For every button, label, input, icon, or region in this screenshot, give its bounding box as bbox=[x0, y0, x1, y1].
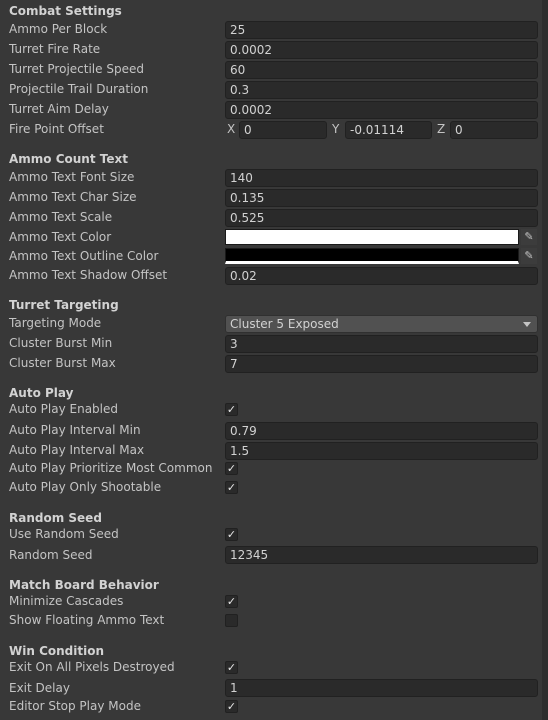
ammo-per-block-field[interactable]: 25 bbox=[225, 21, 538, 39]
turret-aim-delay-label: Turret Aim Delay bbox=[9, 102, 109, 116]
section-header-auto-play: Auto Play bbox=[9, 386, 74, 400]
ammo-text-shadow-offset-label: Ammo Text Shadow Offset bbox=[9, 268, 168, 282]
fire-point-y-field[interactable]: -0.01114 bbox=[345, 121, 432, 139]
targeting-mode-label: Targeting Mode bbox=[9, 316, 102, 330]
scrollbar[interactable] bbox=[542, 0, 548, 720]
use-random-seed-label: Use Random Seed bbox=[9, 527, 119, 541]
ammo-text-char-size-field[interactable]: 0.135 bbox=[225, 189, 538, 207]
minimize-cascades-label: Minimize Cascades bbox=[9, 594, 124, 608]
exit-delay-field[interactable]: 1 bbox=[225, 679, 538, 697]
cluster-burst-max-label: Cluster Burst Max bbox=[9, 356, 116, 370]
section-header-ammo-count-text: Ammo Count Text bbox=[9, 152, 128, 166]
projectile-trail-duration-field[interactable]: 0.3 bbox=[225, 81, 538, 99]
fire-point-y-label: Y bbox=[332, 122, 340, 136]
fire-point-x-field[interactable]: 0 bbox=[239, 121, 327, 139]
show-floating-ammo-text-checkbox[interactable] bbox=[225, 614, 238, 627]
section-header-combat-settings: Combat Settings bbox=[9, 4, 122, 18]
use-random-seed-checkbox[interactable]: ✓ bbox=[225, 528, 238, 541]
auto-play-only-shootable-label: Auto Play Only Shootable bbox=[9, 480, 162, 494]
ammo-text-outline-color-label: Ammo Text Outline Color bbox=[9, 249, 159, 263]
eyedropper-icon[interactable]: ✎ bbox=[521, 229, 537, 245]
ammo-text-font-size-label: Ammo Text Font Size bbox=[9, 170, 135, 184]
targeting-mode-value: Cluster 5 Exposed bbox=[230, 317, 339, 331]
fire-point-z-label: Z bbox=[437, 122, 446, 136]
minimize-cascades-checkbox[interactable]: ✓ bbox=[225, 595, 238, 608]
turret-fire-rate-field[interactable]: 0.0002 bbox=[225, 41, 538, 59]
ammo-text-color-swatch[interactable] bbox=[225, 229, 519, 245]
cluster-burst-min-label: Cluster Burst Min bbox=[9, 336, 113, 350]
ammo-text-color-label: Ammo Text Color bbox=[9, 230, 112, 244]
cluster-burst-max-field[interactable]: 7 bbox=[225, 355, 538, 373]
exit-on-all-pixels-destroyed-label: Exit On All Pixels Destroyed bbox=[9, 660, 175, 674]
targeting-mode-dropdown[interactable]: Cluster 5 Exposed bbox=[225, 315, 538, 333]
exit-delay-label: Exit Delay bbox=[9, 681, 70, 695]
ammo-per-block-label: Ammo Per Block bbox=[9, 22, 108, 36]
fire-point-offset-label: Fire Point Offset bbox=[9, 122, 104, 136]
ammo-text-outline-color-swatch[interactable] bbox=[225, 248, 519, 264]
auto-play-enabled-label: Auto Play Enabled bbox=[9, 402, 119, 416]
show-floating-ammo-text-label: Show Floating Ammo Text bbox=[9, 613, 165, 627]
eyedropper-icon[interactable]: ✎ bbox=[521, 248, 537, 264]
ammo-text-scale-label: Ammo Text Scale bbox=[9, 210, 113, 224]
auto-play-interval-max-label: Auto Play Interval Max bbox=[9, 443, 145, 457]
exit-on-all-pixels-destroyed-checkbox[interactable]: ✓ bbox=[225, 661, 238, 674]
ammo-text-scale-field[interactable]: 0.525 bbox=[225, 209, 538, 227]
random-seed-label: Random Seed bbox=[9, 548, 93, 562]
ammo-text-shadow-offset-field[interactable]: 0.02 bbox=[225, 267, 538, 285]
ammo-text-char-size-label: Ammo Text Char Size bbox=[9, 190, 137, 204]
section-header-turret-targeting: Turret Targeting bbox=[9, 298, 119, 312]
auto-play-interval-min-field[interactable]: 0.79 bbox=[225, 422, 538, 440]
editor-stop-play-mode-label: Editor Stop Play Mode bbox=[9, 699, 141, 713]
auto-play-enabled-checkbox[interactable]: ✓ bbox=[225, 403, 238, 416]
fire-point-z-field[interactable]: 0 bbox=[450, 121, 538, 139]
auto-play-prioritize-label: Auto Play Prioritize Most Common bbox=[9, 461, 213, 475]
cluster-burst-min-field[interactable]: 3 bbox=[225, 335, 538, 353]
auto-play-interval-min-label: Auto Play Interval Min bbox=[9, 423, 141, 437]
turret-aim-delay-field[interactable]: 0.0002 bbox=[225, 101, 538, 119]
turret-projectile-speed-label: Turret Projectile Speed bbox=[9, 62, 144, 76]
auto-play-only-shootable-checkbox[interactable]: ✓ bbox=[225, 481, 238, 494]
auto-play-interval-max-field[interactable]: 1.5 bbox=[225, 442, 538, 460]
dropdown-arrow-icon bbox=[523, 322, 531, 327]
random-seed-field[interactable]: 12345 bbox=[225, 546, 538, 564]
turret-projectile-speed-field[interactable]: 60 bbox=[225, 61, 538, 79]
section-header-win-condition: Win Condition bbox=[9, 644, 105, 658]
ammo-text-font-size-field[interactable]: 140 bbox=[225, 169, 538, 187]
turret-fire-rate-label: Turret Fire Rate bbox=[9, 42, 101, 56]
section-header-match-board-behavior: Match Board Behavior bbox=[9, 578, 159, 592]
projectile-trail-duration-label: Projectile Trail Duration bbox=[9, 82, 149, 96]
auto-play-prioritize-checkbox[interactable]: ✓ bbox=[225, 462, 238, 475]
fire-point-x-label: X bbox=[227, 122, 236, 136]
editor-stop-play-mode-checkbox[interactable]: ✓ bbox=[225, 700, 238, 713]
section-header-random-seed: Random Seed bbox=[9, 511, 102, 525]
